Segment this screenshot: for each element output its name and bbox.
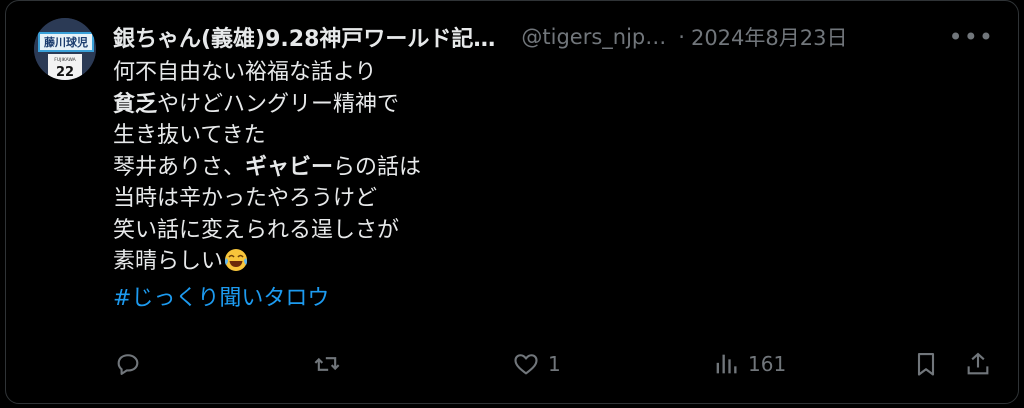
text-line: 琴井ありさ、ギャビーらの話は	[113, 154, 422, 180]
text-line: 何不自由ない裕福な話より	[113, 60, 377, 85]
jersey-name: FUJIKAWA	[54, 57, 76, 63]
views-button[interactable]: 161	[712, 350, 786, 378]
avatar-banner: 藤川球児	[44, 35, 88, 49]
like-count: 1	[548, 352, 561, 376]
action-bar: 1 161	[0, 350, 1024, 384]
bookmark-button[interactable]	[912, 350, 940, 378]
tears-of-joy-emoji-icon	[223, 247, 249, 283]
hashtag-link[interactable]: #じっくり聞いタロウ	[113, 283, 421, 315]
jersey-number: 22	[56, 65, 74, 80]
text-line: 生き抜いてきた	[113, 123, 266, 148]
views-count: 161	[748, 352, 787, 376]
share-button[interactable]	[964, 350, 992, 378]
share-icon	[967, 352, 989, 375]
text-line: 笑い話に変えられる逞しさが	[113, 217, 400, 243]
text-line: 素晴らしい	[113, 246, 421, 283]
user-handle[interactable]: @tigers_njp…	[521, 25, 666, 49]
post-text: 何不自由ない裕福な話より 貧乏やけどハングリー精神で 生き抜いてきた 琴井ありさ…	[113, 57, 421, 314]
text-line: 当時は辛かったやろうけど	[113, 186, 378, 211]
like-button[interactable]: 1	[512, 350, 561, 378]
more-options-icon[interactable]: •••	[949, 23, 994, 51]
analytics-icon	[716, 354, 737, 374]
post-header: 銀ちゃん(義雄)9.28神戸ワールド記… @tigers_njp… · 2024…	[113, 20, 994, 54]
reply-button[interactable]	[114, 350, 150, 378]
display-name[interactable]: 銀ちゃん(義雄)9.28神戸ワールド記…	[113, 21, 495, 53]
post-date[interactable]: 2024年8月23日	[691, 22, 848, 52]
reply-icon	[117, 354, 139, 375]
repost-icon	[314, 357, 340, 371]
repost-button[interactable]	[313, 350, 349, 378]
bookmark-icon	[917, 353, 935, 376]
text-line: 貧乏やけどハングリー精神で	[113, 91, 400, 117]
heart-icon	[514, 354, 538, 375]
header-separator: ·	[678, 25, 685, 49]
avatar[interactable]: 藤川球児 FUJIKAWA 22	[34, 18, 96, 80]
